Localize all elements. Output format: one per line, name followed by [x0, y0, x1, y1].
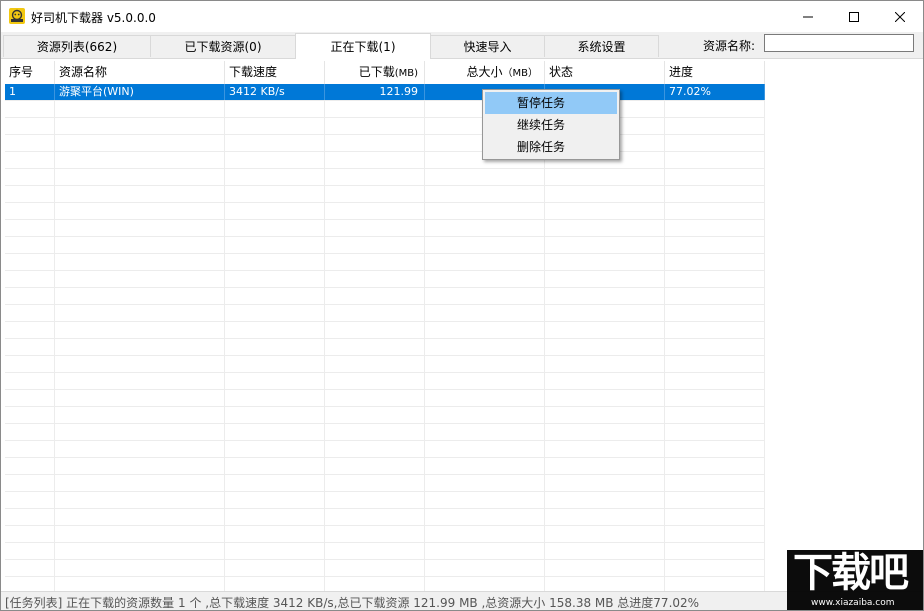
tab-downloaded[interactable]: 已下载资源(0): [150, 35, 296, 57]
cell-index: 1: [5, 84, 55, 100]
watermark-logo: 下载吧 www.xiazaiba.com: [787, 550, 923, 610]
column-header-total[interactable]: 总大小（MB）: [425, 61, 545, 84]
close-button[interactable]: [877, 1, 923, 32]
minimize-icon: [803, 16, 813, 17]
status-bar: [任务列表] 正在下载的资源数量 1 个 ,总下载速度 3412 KB/s,总已…: [1, 591, 923, 610]
search-input[interactable]: [764, 34, 914, 52]
download-table[interactable]: 序号 资源名称 下载速度 已下载(MB) 总大小（MB） 状态 进度 1 游聚平…: [5, 61, 919, 591]
maximize-button[interactable]: [831, 1, 877, 32]
tab-resource-list[interactable]: 资源列表(662): [3, 35, 151, 57]
context-menu: 暂停任务 继续任务 删除任务: [482, 89, 620, 160]
app-logo-icon: [9, 8, 25, 24]
column-header-status[interactable]: 状态: [545, 61, 665, 84]
column-header-total-label: 总大小: [466, 65, 503, 79]
watermark-logo-text: 下载吧: [793, 550, 909, 596]
tab-quick-import[interactable]: 快速导入: [430, 35, 545, 57]
cell-downloaded: 121.99: [325, 84, 425, 100]
table-row[interactable]: 1 游聚平台(WIN) 3412 KB/s 121.99 77.02%: [5, 84, 765, 100]
column-header-name[interactable]: 资源名称: [55, 61, 225, 84]
title-bar[interactable]: 好司机下载器 v5.0.0.0: [1, 1, 923, 32]
minimize-button[interactable]: [785, 1, 831, 32]
table-header: 序号 资源名称 下载速度 已下载(MB) 总大小（MB） 状态 进度: [5, 61, 765, 84]
window-title: 好司机下载器 v5.0.0.0: [31, 11, 156, 25]
tab-downloading[interactable]: 正在下载(1): [295, 33, 431, 59]
menu-item-resume-task[interactable]: 继续任务: [485, 114, 617, 136]
menu-item-pause-task[interactable]: 暂停任务: [485, 92, 617, 114]
column-header-downloaded-label: 已下载: [358, 65, 395, 79]
search-label: 资源名称:: [703, 39, 756, 53]
close-icon: [895, 11, 905, 22]
column-header-downloaded[interactable]: 已下载(MB): [325, 61, 425, 84]
column-header-speed[interactable]: 下载速度: [225, 61, 325, 84]
app-window: 好司机下载器 v5.0.0.0 资源列表(662) 已下载资源(0) 正在下载(…: [0, 0, 924, 611]
status-text: [任务列表] 正在下载的资源数量 1 个 ,总下载速度 3412 KB/s,总已…: [5, 596, 700, 610]
maximize-icon: [849, 11, 859, 22]
menu-item-delete-task[interactable]: 删除任务: [485, 136, 617, 158]
watermark-site-text: www.xiazaiba.com: [811, 598, 895, 608]
column-header-total-unit: （MB）: [502, 68, 539, 79]
tab-system-settings[interactable]: 系统设置: [544, 35, 659, 57]
cell-progress: 77.02%: [665, 84, 765, 100]
cell-name: 游聚平台(WIN): [55, 84, 225, 100]
table-gridlines: [5, 84, 765, 591]
column-header-index[interactable]: 序号: [5, 61, 55, 84]
column-header-downloaded-unit: (MB): [394, 68, 418, 79]
cell-speed: 3412 KB/s: [225, 84, 325, 100]
tab-bar: 资源列表(662) 已下载资源(0) 正在下载(1) 快速导入 系统设置 资源名…: [1, 32, 923, 59]
column-header-progress[interactable]: 进度: [665, 61, 765, 84]
